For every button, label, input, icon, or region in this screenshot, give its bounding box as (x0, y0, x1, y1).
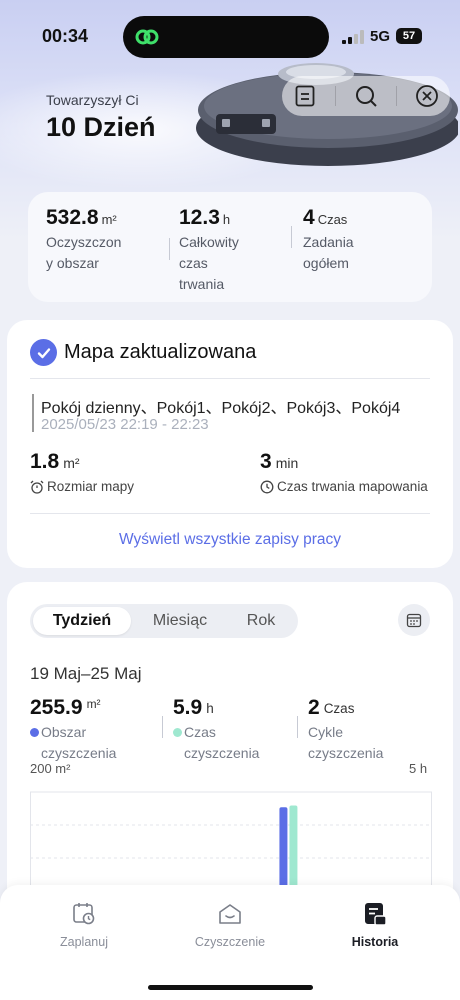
action-divider (334, 86, 336, 106)
total-duration-label: Całkowity (179, 234, 239, 250)
home-indicator (148, 985, 313, 990)
cleaned-area-stat: 255.9 m² Obszar czyszczenia (30, 696, 116, 764)
total-duration-label-3: trwania (179, 276, 225, 292)
status-time: 00:34 (42, 26, 89, 46)
area-legend-dot (30, 728, 39, 737)
dynamic-island (123, 16, 329, 58)
search-icon[interactable] (351, 81, 381, 111)
chart-left-axis-max: 200 m² (30, 761, 71, 776)
view-all-records-link[interactable]: Wyświetl wszystkie zapisy pracy (7, 531, 453, 549)
cleaning-time-label-2: czyszczenia (184, 745, 260, 761)
cleaning-cycles-stat: 2 Czas Cykle czyszczenia (308, 696, 383, 764)
cleaning-time-stat: 5.9 h Czas czyszczenia (173, 696, 259, 764)
list-icon[interactable] (290, 81, 320, 111)
network-type: 5G (370, 28, 391, 45)
top-action-bar (282, 76, 450, 116)
clock-icon (260, 480, 274, 493)
total-area-value: 532.8 (46, 206, 99, 229)
stat-divider (169, 238, 170, 260)
calendar-clock-icon (73, 903, 95, 925)
cleaned-area-unit: m² (86, 697, 101, 711)
check-icon (30, 339, 57, 366)
total-duration-value: 12.3 (179, 206, 220, 229)
map-time-value: 3 (260, 450, 272, 473)
close-icon[interactable] (412, 81, 442, 111)
bottom-navigation: Zaplanuj Czyszczenie Historia (0, 885, 460, 1000)
tab-year[interactable]: Rok (228, 607, 294, 635)
cleaning-time-value: 5.9 (173, 696, 203, 719)
total-area-label: Oczyszczon (46, 234, 122, 250)
nav-item-history[interactable]: Historia (315, 899, 435, 949)
map-time-stat: 3 min Czas trwania mapowania (260, 450, 440, 494)
signal-icon (342, 30, 364, 44)
map-size-label: Rozmiar mapy (47, 479, 135, 494)
companion-days: 10 Dzień (46, 112, 156, 142)
nav-label-cleaning: Czyszczenie (194, 935, 266, 949)
total-area-stat: 532.8 m² Oczyszczon y obszar (46, 206, 121, 274)
map-time-unit: min (275, 455, 299, 471)
map-size-stat: 1.8 m² Rozmiar mapy (30, 450, 134, 494)
cleaning-cycles-unit: Czas (323, 701, 355, 716)
map-date: 2025/05/23 22:19 - 22:23 (41, 416, 209, 433)
tab-month[interactable]: Miesiąc (134, 607, 226, 635)
total-duration-unit: h (222, 212, 231, 227)
map-size-value: 1.8 (30, 450, 60, 473)
map-time-label: Czas trwania mapowania (277, 479, 428, 494)
total-duration-stat: 12.3 h Całkowity czas trwania (179, 206, 239, 295)
tab-week[interactable]: Tydzień (33, 607, 131, 635)
history-icon (365, 903, 387, 926)
total-tasks-value: 4 (303, 206, 315, 229)
cleaned-area-value: 255.9 (30, 696, 83, 719)
divider (30, 513, 430, 514)
cleaning-cycles-value: 2 (308, 696, 320, 719)
map-update-title: Mapa zaktualizowana (64, 341, 257, 363)
battery-icon: 57 (396, 28, 422, 44)
cleaning-cycles-label: Cykle (308, 724, 344, 740)
map-update-card: Mapa zaktualizowana Pokój dzienny、Pokój1… (7, 320, 453, 568)
chart-right-axis-max: 5 h (409, 761, 428, 776)
period-segmented-control: Tydzień Miesiąc Rok (30, 604, 298, 638)
total-area-unit: m² (101, 212, 117, 227)
cleaned-area-label-2: czyszczenia (41, 745, 117, 761)
total-tasks-stat: 4 Czas Zadania ogółem (303, 206, 354, 274)
total-duration-label-2: czas (179, 255, 208, 271)
stat-divider (162, 716, 163, 738)
summary-stats-card: 532.8 m² Oczyszczon y obszar 12.3 h Całkowi… (28, 192, 432, 302)
map-size-unit: m² (63, 455, 80, 471)
cleaning-cycles-label-2: czyszczenia (308, 745, 384, 761)
total-tasks-unit: Czas (317, 212, 348, 227)
nav-label-schedule: Zaplanuj (60, 935, 108, 949)
room-marker (32, 394, 34, 432)
calendar-icon[interactable] (398, 604, 430, 636)
cleaning-time-unit: h (206, 701, 214, 716)
cleaning-time-label: Czas (184, 724, 216, 740)
date-range: 19 Maj–25 Maj (30, 664, 142, 683)
cleaned-area-label: Obszar (41, 724, 87, 740)
nav-label-history: Historia (351, 935, 399, 949)
map-rooms: Pokój dzienny、Pokój1、Pokój2、Pokój3、Pokój… (41, 400, 401, 417)
home-icon (219, 904, 241, 924)
total-area-label-2: y obszar (46, 255, 99, 271)
action-divider (396, 86, 398, 106)
stat-divider (297, 716, 298, 738)
link-app-icon (135, 29, 159, 45)
status-bar: 00:34 5G 57 (0, 0, 460, 70)
nav-item-cleaning[interactable]: Czyszczenie (170, 899, 290, 949)
time-legend-dot (173, 728, 182, 737)
alarm-clock-icon (30, 480, 44, 494)
companion-label: Towarzyszył Ci (46, 92, 139, 108)
divider (30, 378, 430, 379)
total-tasks-label: Zadania (303, 234, 354, 250)
nav-item-schedule[interactable]: Zaplanuj (24, 899, 144, 949)
total-tasks-label-2: ogółem (303, 255, 349, 271)
history-card: Tydzień Miesiąc Rok 19 Maj–25 Maj 255.9 m… (7, 582, 453, 924)
stat-divider (291, 226, 292, 248)
